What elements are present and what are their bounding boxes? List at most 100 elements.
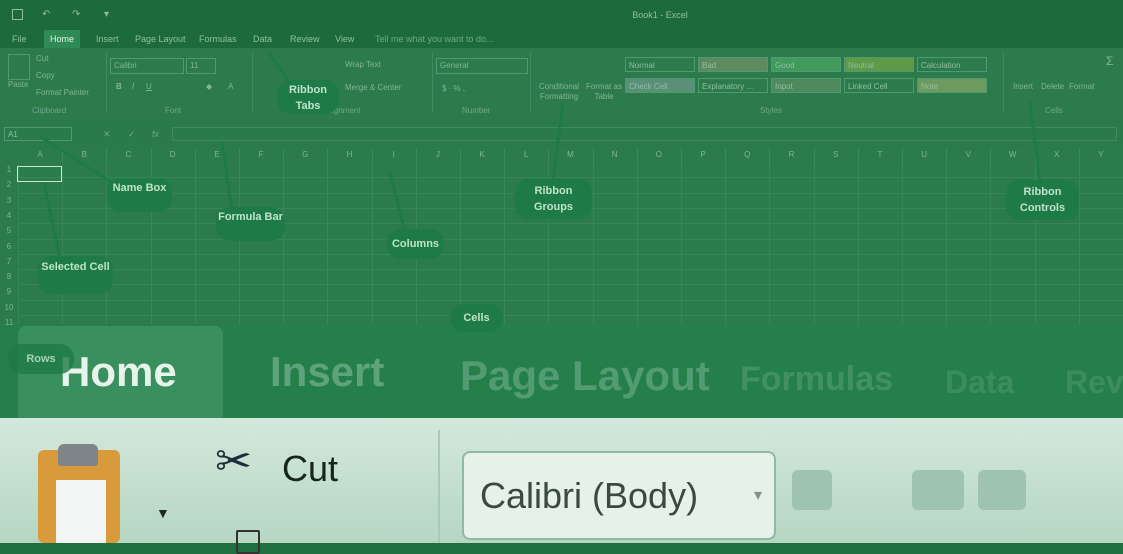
copy-button[interactable]: Copy — [36, 71, 55, 80]
zoomed-tab-formulas[interactable]: Formulas — [740, 360, 893, 399]
column-header[interactable]: K — [460, 148, 506, 162]
column-header[interactable]: C — [106, 148, 152, 162]
column-header[interactable]: E — [195, 148, 240, 162]
column-header[interactable]: V — [946, 148, 992, 162]
column-header[interactable]: H — [327, 148, 373, 162]
zoomed-tab-home[interactable]: Home — [60, 348, 177, 396]
style-normal[interactable]: Normal — [625, 57, 695, 72]
autosum-icon[interactable]: Σ — [1106, 54, 1113, 68]
style-explanatory[interactable]: Explanatory ... — [698, 78, 768, 93]
tab-formulas[interactable]: Formulas — [199, 30, 237, 48]
tab-file[interactable]: File — [12, 30, 27, 48]
paste-dropdown-icon[interactable]: ▼ — [156, 505, 170, 521]
column-header[interactable]: F — [239, 148, 285, 162]
tell-me-search[interactable]: Tell me what you want to do... — [375, 30, 494, 48]
enter-icon[interactable]: ✓ — [128, 129, 136, 140]
column-header[interactable]: L — [504, 148, 550, 162]
font-color-icon[interactable]: A — [228, 82, 233, 91]
style-linked-cell[interactable]: Linked Cell — [844, 78, 914, 93]
chevron-down-icon: ▾ — [753, 487, 762, 504]
column-header[interactable]: P — [681, 148, 727, 162]
style-bad[interactable]: Bad — [698, 57, 768, 72]
bold-icon[interactable]: B — [116, 82, 122, 91]
row-header[interactable]: 9 — [0, 284, 18, 300]
cancel-icon[interactable]: ✕ — [103, 129, 111, 140]
callout-ribbon-groups: Ribbon Groups — [515, 179, 592, 219]
formula-input[interactable] — [172, 127, 1117, 141]
paste-icon[interactable] — [8, 54, 30, 80]
column-header[interactable]: Y — [1079, 148, 1123, 162]
tab-home[interactable]: Home — [44, 30, 81, 48]
column-header[interactable]: O — [637, 148, 682, 162]
paste-clipboard-icon[interactable] — [38, 444, 120, 543]
row-header[interactable]: 7 — [0, 254, 18, 270]
style-check-cell[interactable]: Check Cell — [625, 78, 695, 93]
zoomed-tab-page-layout[interactable]: Page Layout — [460, 352, 710, 400]
style-neutral[interactable]: Neutral — [844, 57, 914, 72]
column-header[interactable]: J — [416, 148, 461, 162]
underline-icon[interactable]: U — [146, 82, 152, 91]
column-header[interactable]: X — [1035, 148, 1080, 162]
row-header[interactable]: 3 — [0, 193, 18, 209]
row-header[interactable]: 5 — [0, 223, 18, 239]
insert-cells-button[interactable]: Insert — [1013, 82, 1033, 91]
fill-color-icon[interactable]: ◆ — [206, 82, 212, 91]
column-header[interactable]: A — [18, 148, 64, 162]
column-header[interactable]: R — [769, 148, 815, 162]
format-cells-button[interactable]: Format — [1069, 82, 1094, 91]
callout-ribbon-tabs: Ribbon Tabs — [277, 80, 339, 114]
cut-button[interactable]: Cut — [36, 54, 48, 63]
row-header[interactable]: 6 — [0, 239, 18, 255]
tab-data[interactable]: Data — [253, 30, 272, 48]
column-header[interactable]: D — [151, 148, 196, 162]
redo-icon[interactable]: ↷ — [72, 9, 80, 20]
style-calculation[interactable]: Calculation — [917, 57, 987, 72]
column-header[interactable]: W — [990, 148, 1036, 162]
currency-icon[interactable]: $ · % , — [442, 84, 465, 93]
styles-group-label: Styles — [760, 106, 782, 115]
wrap-text-button[interactable]: Wrap Text — [345, 60, 381, 69]
italic-icon[interactable]: I — [132, 82, 134, 91]
name-box[interactable]: A1 — [4, 127, 72, 141]
row-header[interactable]: 10 — [0, 300, 18, 316]
row-header[interactable]: 8 — [0, 269, 18, 285]
format-painter-button[interactable]: Format Painter — [36, 88, 89, 97]
zoomed-tab-data[interactable]: Data — [945, 364, 1014, 401]
zoomed-tab-review[interactable]: Review — [1065, 364, 1123, 401]
zoomed-font-select[interactable]: Calibri (Body) ▾ — [462, 451, 776, 540]
style-input[interactable]: Input — [771, 78, 841, 93]
column-header[interactable]: U — [902, 148, 948, 162]
conditional-formatting-button[interactable]: Conditional Formatting — [536, 82, 582, 102]
number-format-select[interactable]: General — [436, 58, 528, 74]
row-header[interactable]: 2 — [0, 177, 18, 193]
font-size-select[interactable]: 11 — [186, 58, 216, 74]
save-icon[interactable] — [12, 9, 23, 20]
row-header[interactable]: 4 — [0, 208, 18, 224]
format-as-table-button[interactable]: Format as Table — [585, 82, 623, 102]
zoomed-tab-insert[interactable]: Insert — [270, 348, 384, 396]
scissors-icon[interactable]: ✂ — [215, 436, 252, 487]
style-note[interactable]: Note — [917, 78, 987, 93]
tab-review[interactable]: Review — [290, 30, 320, 48]
merge-center-button[interactable]: Merge & Center — [345, 83, 401, 92]
tab-insert[interactable]: Insert — [96, 30, 119, 48]
selected-cell[interactable] — [17, 166, 62, 182]
font-name-select[interactable]: Calibri — [110, 58, 184, 74]
column-header[interactable]: Q — [725, 148, 771, 162]
style-good[interactable]: Good — [771, 57, 841, 72]
delete-cells-button[interactable]: Delete — [1041, 82, 1064, 91]
column-header[interactable]: S — [814, 148, 859, 162]
tab-page-layout[interactable]: Page Layout — [135, 30, 186, 48]
row-header[interactable]: 1 — [0, 162, 18, 178]
paste-button[interactable]: Paste — [8, 80, 28, 89]
column-header[interactable]: G — [283, 148, 329, 162]
copy-icon[interactable] — [236, 530, 260, 554]
zoomed-cut-label[interactable]: Cut — [282, 448, 338, 490]
customize-icon[interactable]: ▾ — [104, 9, 109, 20]
column-header[interactable]: I — [372, 148, 417, 162]
tab-view[interactable]: View — [335, 30, 354, 48]
fx-icon[interactable]: fx — [152, 129, 159, 139]
undo-icon[interactable]: ↶ — [42, 9, 50, 20]
column-header[interactable]: N — [593, 148, 638, 162]
column-header[interactable]: T — [858, 148, 903, 162]
